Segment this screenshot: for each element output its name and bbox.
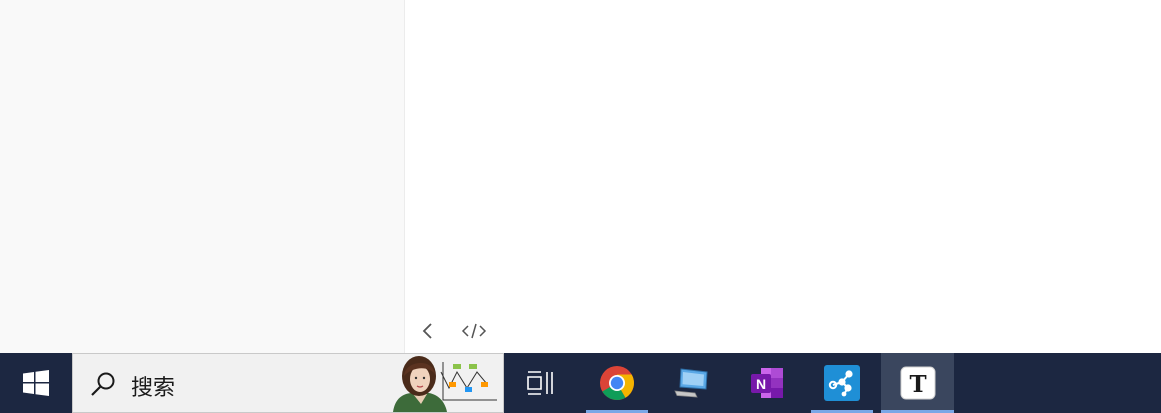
- chrome-icon: [600, 366, 634, 400]
- search-icon: [91, 372, 115, 396]
- remote-desktop-taskbar-button[interactable]: [660, 353, 722, 413]
- remote-desktop-icon: [674, 368, 708, 398]
- onenote-icon: N: [751, 368, 783, 398]
- code-icon: [461, 323, 487, 339]
- chevron-left-icon: [422, 323, 432, 339]
- typora-taskbar-button[interactable]: T: [881, 353, 954, 413]
- windows-logo-icon: [23, 370, 49, 396]
- network-app-taskbar-button[interactable]: [811, 353, 873, 413]
- search-placeholder: 搜索: [131, 376, 176, 401]
- collapse-sidebar-button[interactable]: [405, 316, 451, 346]
- source-code-mode-button[interactable]: [451, 316, 497, 346]
- editor-bottom-toolbar: [405, 316, 497, 346]
- typora-letter: T: [909, 371, 926, 398]
- typora-icon: T: [900, 366, 935, 400]
- task-view-icon: [527, 371, 553, 395]
- taskbar-search-box[interactable]: 搜索: [72, 353, 504, 413]
- editor-area[interactable]: [405, 0, 1161, 353]
- search-highlight-illustration: [393, 356, 497, 412]
- network-app-icon: [824, 365, 860, 401]
- onenote-taskbar-button[interactable]: N: [736, 353, 798, 413]
- onenote-letter: N: [756, 376, 766, 392]
- file-sidebar: [0, 0, 405, 353]
- start-button[interactable]: [0, 353, 72, 413]
- task-view-button[interactable]: [509, 353, 571, 413]
- windows-taskbar: 搜索 N T: [0, 353, 1161, 413]
- chrome-taskbar-button[interactable]: [586, 353, 648, 413]
